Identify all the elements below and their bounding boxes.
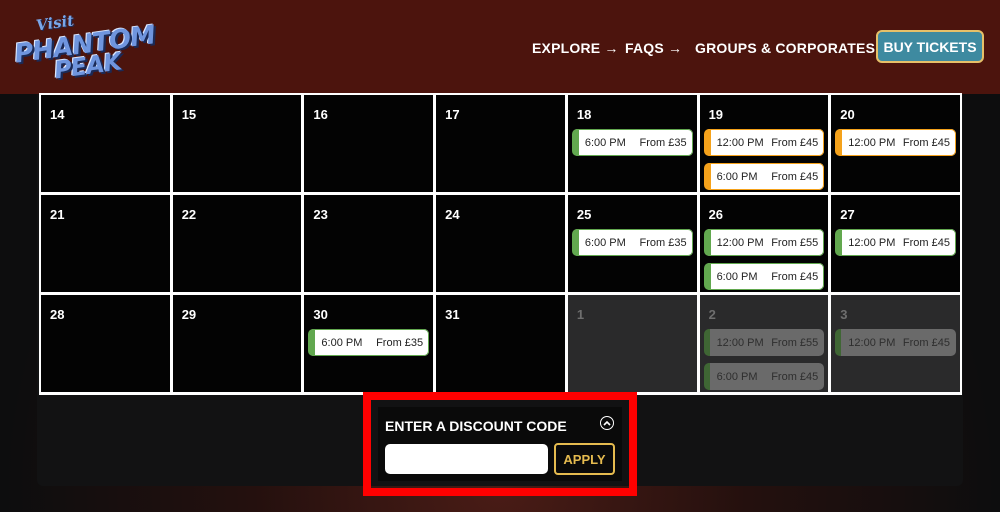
day-number: 29 xyxy=(181,307,197,322)
day-number: 28 xyxy=(50,307,65,322)
session-slot-button[interactable]: 12:00 PM From £55 xyxy=(703,329,825,356)
session-slot-button[interactable]: 12:00 PM From £55 xyxy=(703,229,825,256)
session-time: 6:00 PM xyxy=(584,136,626,149)
session-price: From £35 xyxy=(639,136,687,149)
nav-explore-link[interactable]: EXPLORE → xyxy=(532,40,619,56)
day-number: 27 xyxy=(840,207,855,222)
session-slot-button[interactable]: 6:00 PM From £35 xyxy=(571,129,693,156)
session-time: 6:00 PM xyxy=(716,270,758,283)
day-number: 3 xyxy=(840,307,848,322)
session-time: 12:00 PM xyxy=(716,336,764,349)
session-price: From £45 xyxy=(771,370,819,383)
calendar-day-cell: 1 xyxy=(567,295,697,392)
day-number: 17 xyxy=(445,107,460,122)
session-time: 12:00 PM xyxy=(848,236,896,249)
session-price: From £55 xyxy=(771,236,819,249)
session-time: 6:00 PM xyxy=(716,370,758,383)
day-number: 14 xyxy=(50,107,65,122)
session-time: 12:00 PM xyxy=(716,136,764,149)
session-price: From £45 xyxy=(902,336,950,349)
discount-code-box: ENTER A DISCOUNT CODE APPLY xyxy=(378,407,622,481)
calendar-day-cell: 22 xyxy=(172,195,302,292)
calendar-day-cell: 25 6:00 PM From £35 xyxy=(567,195,697,292)
calendar-day-cell: 21 xyxy=(41,195,170,292)
day-number: 21 xyxy=(50,207,65,222)
session-price: From £45 xyxy=(902,236,950,249)
calendar-day-cell: 31 xyxy=(436,295,565,392)
session-slot-button[interactable]: 6:00 PM From £35 xyxy=(308,329,430,356)
calendar-day-cell: 20 12:00 PM From £45 xyxy=(831,95,960,192)
calendar-day-cell: 23 xyxy=(304,195,434,292)
day-number: 2 xyxy=(708,307,716,322)
calendar-day-cell: 28 xyxy=(41,295,170,392)
day-number: 24 xyxy=(445,207,460,222)
day-number: 26 xyxy=(708,207,724,222)
calendar-day-cell: 24 xyxy=(436,195,565,292)
calendar-day-cell: 3 12:00 PM From £45 xyxy=(831,295,960,392)
session-time: 12:00 PM xyxy=(848,136,896,149)
session-slot-button[interactable]: 12:00 PM From £45 xyxy=(835,129,956,156)
session-time: 6:00 PM xyxy=(321,336,363,349)
calendar-day-cell: 27 12:00 PM From £45 xyxy=(831,195,960,292)
discount-code-input[interactable] xyxy=(385,444,548,474)
session-time: 12:00 PM xyxy=(716,236,764,249)
session-price: From £45 xyxy=(902,136,950,149)
session-price: From £35 xyxy=(639,236,687,249)
calendar-day-cell: 30 6:00 PM From £35 xyxy=(304,295,434,392)
calendar-day-cell: 29 xyxy=(172,295,302,392)
calendar-day-cell: 18 6:00 PM From £35 xyxy=(567,95,697,192)
session-slot-button[interactable]: 12:00 PM From £45 xyxy=(703,129,825,156)
session-slot-button[interactable]: 12:00 PM From £45 xyxy=(835,329,956,356)
nav-groups-corporates-link[interactable]: GROUPS & CORPORATES → xyxy=(695,40,893,56)
site-header: Visit PHANTOM PEAK EXPLORE → FAQS → GROU… xyxy=(0,0,1000,94)
calendar-day-cell: 26 12:00 PM From £55 6:00 PM From £45 xyxy=(699,195,829,292)
calendar-day-cell: 14 xyxy=(41,95,170,192)
day-number: 20 xyxy=(840,107,855,122)
day-number: 31 xyxy=(445,307,460,322)
day-number: 18 xyxy=(576,107,592,122)
day-number: 22 xyxy=(181,207,197,222)
day-number: 16 xyxy=(313,107,328,122)
calendar-grid: 14 15 16 17 18 6:00 PM From £35 19 12:00 PM From … xyxy=(39,93,962,395)
calendar-day-cell: 19 12:00 PM From £45 6:00 PM From £45 xyxy=(699,95,829,192)
day-number: 23 xyxy=(313,207,328,222)
calendar-day-cell: 15 xyxy=(172,95,302,192)
session-time: 6:00 PM xyxy=(584,236,626,249)
session-price: From £45 xyxy=(771,270,819,283)
session-slot-button[interactable]: 6:00 PM From £35 xyxy=(571,229,693,256)
day-number: 30 xyxy=(313,307,328,322)
day-number: 25 xyxy=(576,207,592,222)
session-slot-button[interactable]: 6:00 PM From £45 xyxy=(703,263,825,290)
discount-title: ENTER A DISCOUNT CODE xyxy=(385,418,567,434)
apply-button[interactable]: APPLY xyxy=(554,443,615,475)
calendar-day-cell: 17 xyxy=(436,95,565,192)
session-time: 12:00 PM xyxy=(848,336,896,349)
session-slot-button[interactable]: 6:00 PM From £45 xyxy=(703,363,825,390)
calendar-day-cell: 16 xyxy=(304,95,434,192)
session-price: From £45 xyxy=(771,170,819,183)
nav-faqs-link[interactable]: FAQS → xyxy=(625,40,682,56)
buy-tickets-button[interactable]: BUY TICKETS xyxy=(876,30,984,63)
day-number: 15 xyxy=(181,107,197,122)
session-slot-button[interactable]: 12:00 PM From £45 xyxy=(835,229,956,256)
session-slot-button[interactable]: 6:00 PM From £45 xyxy=(703,163,825,190)
session-price: From £45 xyxy=(771,136,819,149)
session-price: From £35 xyxy=(376,336,424,349)
phantom-peak-logo[interactable]: Visit PHANTOM PEAK xyxy=(13,10,157,84)
session-price: From £55 xyxy=(771,336,819,349)
day-number: 19 xyxy=(708,107,724,122)
session-time: 6:00 PM xyxy=(716,170,758,183)
calendar-day-cell: 2 12:00 PM From £55 6:00 PM From £45 xyxy=(699,295,829,392)
collapse-chevron-icon[interactable] xyxy=(600,416,614,430)
day-number: 1 xyxy=(576,307,585,322)
